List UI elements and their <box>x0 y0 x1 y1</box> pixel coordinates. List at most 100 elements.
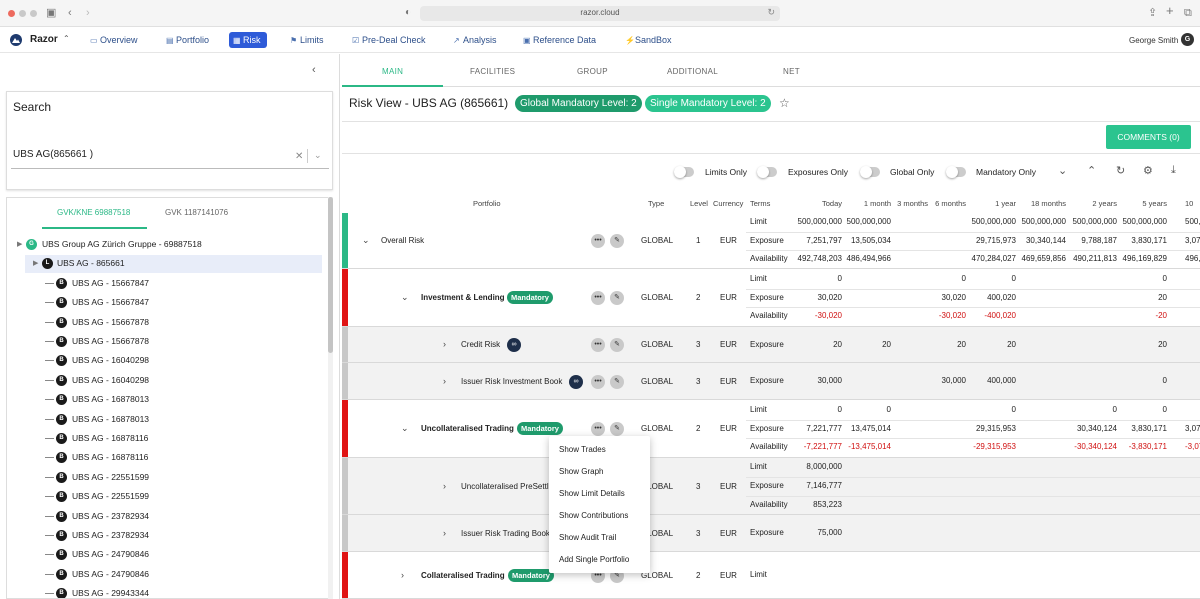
tree-item[interactable]: B UBS AG - 22551599 <box>7 469 328 487</box>
user-avatar[interactable]: G <box>1181 33 1194 46</box>
search-dropdown-icon[interactable]: ⌄ <box>314 150 322 161</box>
clear-search-icon[interactable]: ✕ <box>295 151 303 162</box>
column-header[interactable]: Terms <box>750 199 770 208</box>
expand-row-icon[interactable]: ⌄ <box>362 235 370 246</box>
expand-row-icon[interactable]: ⌄ <box>401 292 409 303</box>
expand-all-icon[interactable]: ⌄ <box>1058 164 1067 177</box>
column-header[interactable]: Currency <box>713 199 743 208</box>
expand-row-icon[interactable]: › <box>401 570 404 580</box>
mandatory-only-toggle[interactable] <box>946 166 966 178</box>
column-header[interactable]: Level <box>690 199 708 208</box>
close-window-button[interactable] <box>8 10 15 17</box>
tree-item[interactable]: B UBS AG - 15667847 <box>7 275 328 293</box>
tree-item[interactable]: B UBS AG - 16878116 <box>7 430 328 448</box>
tree-item[interactable]: B UBS AG - 16040298 <box>7 372 328 390</box>
zoom-window-button[interactable] <box>30 10 37 17</box>
table-row[interactable]: › Collateralised Trading Mandatory ••• ✎ GLOB… <box>342 552 1200 599</box>
more-actions-icon[interactable]: ••• <box>591 234 605 248</box>
more-actions-icon[interactable]: ••• <box>591 338 605 352</box>
refresh-icon[interactable]: ↻ <box>1116 164 1125 177</box>
comments-button[interactable]: COMMENTS (0) <box>1106 125 1191 149</box>
edit-pencil-icon[interactable]: ✎ <box>610 234 624 248</box>
tab-facilities[interactable]: FACILITIES <box>470 67 515 76</box>
tree-item[interactable]: B UBS AG - 16878013 <box>7 411 328 429</box>
tree-item[interactable]: B UBS AG - 29943344 <box>7 585 328 598</box>
tree-tab-gvk-kne[interactable]: GVK/KNE 69887518 <box>57 208 130 217</box>
search-input[interactable] <box>13 149 283 160</box>
sidebar-toggle-icon[interactable]: ▣ <box>46 6 56 20</box>
tree-item[interactable]: B UBS AG - 16040298 <box>7 352 328 370</box>
minimize-window-button[interactable] <box>19 10 26 17</box>
collapse-all-icon[interactable]: ⌃ <box>1087 164 1096 177</box>
tab-main[interactable]: MAIN <box>382 67 403 76</box>
edit-pencil-icon[interactable]: ✎ <box>610 338 624 352</box>
forward-icon[interactable]: › <box>86 6 90 20</box>
tree-item[interactable]: B UBS AG - 15667878 <box>7 314 328 332</box>
edit-pencil-icon[interactable]: ✎ <box>610 422 624 436</box>
nav-analysis[interactable]: ↗ Analysis <box>449 32 503 48</box>
menu-show-trades[interactable]: Show Trades <box>559 445 606 454</box>
tree-item[interactable]: ▶ G UBS Group AG Zürich Gruppe - 69887518 <box>7 236 328 254</box>
column-header[interactable]: 5 years <box>1142 199 1167 208</box>
expand-row-icon[interactable]: ⌄ <box>401 423 409 434</box>
nav-reference-data[interactable]: ▣ Reference Data <box>519 32 602 48</box>
exposures-only-toggle[interactable] <box>757 166 777 178</box>
tree-item[interactable]: B UBS AG - 22551599 <box>7 488 328 506</box>
expand-caret-icon[interactable]: ▶ <box>17 240 22 248</box>
column-header[interactable]: Portfolio <box>473 199 501 208</box>
more-actions-icon[interactable]: ••• <box>591 291 605 305</box>
menu-show-contributions[interactable]: Show Contributions <box>559 511 628 520</box>
menu-add-single-portfolio[interactable]: Add Single Portfolio <box>559 555 629 564</box>
nav-portfolio[interactable]: ▤ Portfolio <box>162 32 215 48</box>
column-header[interactable]: 3 months <box>897 199 928 208</box>
nav-risk[interactable]: ▦ Risk <box>229 32 267 48</box>
new-tab-icon[interactable]: + <box>1166 4 1174 18</box>
column-header[interactable]: 1 year <box>995 199 1016 208</box>
tree-item[interactable]: ▶ L UBS AG - 865661 <box>25 255 322 274</box>
nav-sandbox[interactable]: ⚡SandBox <box>621 32 678 48</box>
more-actions-icon[interactable]: ••• <box>591 374 605 389</box>
linked-portfolio-icon[interactable]: ∞ <box>507 338 521 352</box>
expand-caret-icon[interactable]: ▶ <box>33 259 38 267</box>
tab-group[interactable]: GROUP <box>577 67 608 76</box>
share-icon[interactable]: ⇪ <box>1148 6 1157 20</box>
reload-icon[interactable]: ↻ <box>767 7 775 18</box>
table-row[interactable]: › Credit Risk ∞ ••• ✎ GLOBAL 3 EUR Exposure 20 20 2… <box>342 327 1200 363</box>
tree-item[interactable]: B UBS AG - 23782934 <box>7 527 328 545</box>
tree-item[interactable]: B UBS AG - 15667847 <box>7 294 328 312</box>
settings-gear-icon[interactable]: ⚙ <box>1143 164 1153 177</box>
column-header[interactable]: Today <box>822 199 842 208</box>
global-only-toggle[interactable] <box>860 166 880 178</box>
tree-item[interactable]: B UBS AG - 24790846 <box>7 566 328 584</box>
tab-overview-icon[interactable]: ⧉ <box>1184 6 1192 20</box>
tree-item[interactable]: B UBS AG - 16878013 <box>7 391 328 409</box>
table-row[interactable]: › Issuer Risk Investment Book ∞ ••• ✎ GLOBAL 3… <box>342 363 1200 400</box>
expand-row-icon[interactable]: › <box>443 528 446 538</box>
nav-limits[interactable]: ⚑ Limits <box>286 32 330 48</box>
table-row[interactable]: ›Uncollateralised PreSettl•••✎GLOBAL3EUR… <box>342 458 1200 515</box>
linked-portfolio-icon[interactable]: ∞ <box>569 374 583 389</box>
column-header[interactable]: 2 years <box>1092 199 1117 208</box>
more-actions-icon[interactable]: ••• <box>591 422 605 436</box>
column-header[interactable]: 6 months <box>935 199 966 208</box>
expand-row-icon[interactable]: › <box>443 339 446 349</box>
user-name[interactable]: George Smith <box>1129 36 1178 45</box>
expand-row-icon[interactable]: › <box>443 376 446 386</box>
tree-item[interactable]: B UBS AG - 23782934 <box>7 508 328 526</box>
edit-pencil-icon[interactable]: ✎ <box>610 374 624 389</box>
favorite-star-icon[interactable]: ☆ <box>779 96 790 110</box>
back-icon[interactable]: ‹ <box>68 6 72 20</box>
table-row[interactable]: ⌄ Uncollateralised Trading Mandatory ••• ✎ GL… <box>342 400 1200 458</box>
expand-row-icon[interactable]: › <box>443 481 446 491</box>
column-header[interactable]: 18 months <box>1031 199 1066 208</box>
tab-net[interactable]: NET <box>783 67 800 76</box>
table-row[interactable]: ⌄ Overall Risk ••• ✎ GLOBAL 1 EUR Limit 500,000,… <box>342 213 1200 269</box>
nav-overview[interactable]: ▭ Overview <box>86 32 144 48</box>
nav-pre-deal-check[interactable]: ☑ Pre-Deal Check <box>348 32 432 48</box>
tree-tab-gvk[interactable]: GVK 1187141076 <box>165 208 228 217</box>
table-row[interactable]: ⌄ Investment & Lending Mandatory ••• ✎ GLOBAL… <box>342 269 1200 327</box>
tree-scrollbar-thumb[interactable] <box>328 197 333 353</box>
address-bar[interactable]: razor.cloud ↻ <box>420 6 780 21</box>
menu-show-limit-details[interactable]: Show Limit Details <box>559 489 625 498</box>
menu-show-audit-trail[interactable]: Show Audit Trail <box>559 533 616 542</box>
